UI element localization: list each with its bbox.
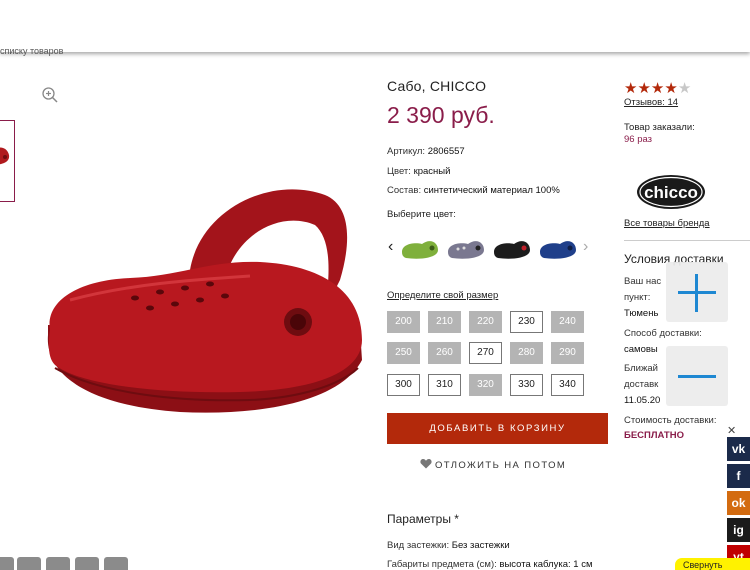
delivery-point-label-2: пункт:	[624, 292, 651, 303]
zoom-in-icon[interactable]	[41, 86, 59, 104]
rating-stars: ★★★★★	[624, 79, 691, 97]
brand-products-link[interactable]: Все товары бренда	[624, 218, 710, 229]
ordered-count: 96 раз	[624, 134, 653, 145]
color-option-grey[interactable]	[446, 234, 486, 262]
size-option[interactable]: 340	[551, 374, 584, 396]
zoom-plus-button[interactable]	[666, 262, 728, 322]
collapse-label: Свернуть	[683, 560, 723, 570]
instagram-icon[interactable]: ig	[727, 518, 750, 542]
nearest-delivery-label-2: доставк	[624, 379, 659, 390]
thumbnail-clog-image	[0, 147, 10, 165]
delivery-cost-value: БЕСПЛАТНО	[624, 430, 684, 441]
size-option[interactable]: 310	[428, 374, 461, 396]
color-row: Цвет: красный	[387, 166, 450, 177]
reviews-link[interactable]: Отзывов: 14	[624, 97, 678, 108]
top-bar	[0, 0, 750, 52]
composition-row: Состав: синтетический материал 100%	[387, 185, 560, 196]
back-to-list-link[interactable]: списку товаров	[0, 46, 63, 56]
heart-icon	[420, 459, 432, 469]
size-option: 280	[510, 342, 543, 364]
size-option[interactable]: 270	[469, 342, 502, 364]
size-guide-link[interactable]: Определите свой размер	[387, 290, 498, 301]
star-icon: ★	[624, 80, 638, 97]
fastener-label: Вид застежки:	[387, 540, 450, 551]
color-label: Цвет:	[387, 166, 411, 177]
star-icon: ★	[637, 80, 651, 97]
vk-icon[interactable]: vk	[727, 437, 750, 461]
nearest-delivery-date: 11.05.20	[624, 395, 661, 406]
share-facebook-button[interactable]	[0, 557, 14, 570]
share-twitter-button[interactable]	[17, 557, 41, 570]
dimensions-value: высота каблука: 1 см	[499, 559, 593, 570]
color-value: красный	[413, 166, 451, 177]
gallery-thumbnail[interactable]	[0, 120, 15, 202]
minus-icon	[678, 375, 716, 378]
save-for-later-label: ОТЛОЖИТЬ НА ПОТОМ	[435, 460, 567, 471]
delivery-point-label: Ваш нас	[624, 276, 662, 287]
product-price: 2 390 руб.	[387, 102, 495, 128]
delivery-cost-label: Стоимость доставки:	[624, 415, 717, 426]
share-edit-button[interactable]	[46, 557, 70, 570]
params-heading: Параметры *	[387, 512, 459, 526]
delivery-city[interactable]: Тюмень	[624, 308, 658, 319]
dimensions-row: Габариты предмета (см): высота каблука: …	[387, 559, 592, 570]
size-option: 210	[428, 311, 461, 333]
color-option-black[interactable]	[492, 234, 532, 262]
sidebar-divider	[624, 240, 750, 241]
brand-logo[interactable]: chicco	[636, 172, 706, 212]
delivery-method-value: самовы	[624, 344, 658, 355]
dimensions-label: Габариты предмета (см):	[387, 559, 497, 570]
collapse-button[interactable]: Свернуть	[675, 558, 750, 570]
share-pinterest-button[interactable]	[75, 557, 99, 570]
brand-logo-text: chicco	[644, 183, 698, 202]
article-value: 2806557	[427, 146, 465, 157]
chevron-right-icon[interactable]: ›	[583, 238, 588, 256]
star-icon: ★	[650, 80, 665, 97]
save-for-later-button[interactable]: ОТЛОЖИТЬ НА ПОТОМ	[420, 458, 566, 471]
article-row: Артикул: 2806557	[387, 146, 465, 157]
fastener-value: Без застежки	[451, 540, 510, 551]
size-option: 220	[469, 311, 502, 333]
color-option-green[interactable]	[400, 234, 440, 262]
size-option[interactable]: 330	[510, 374, 543, 396]
color-option-navy[interactable]	[538, 234, 578, 262]
composition-value: синтетический материал 100%	[423, 185, 560, 196]
facebook-icon[interactable]: f	[727, 464, 750, 488]
size-option: 200	[387, 311, 420, 333]
star-empty-icon: ★	[677, 80, 692, 97]
odnoklassniki-icon[interactable]: ok	[727, 491, 750, 515]
zoom-minus-button[interactable]	[666, 346, 728, 406]
size-option: 320	[469, 374, 502, 396]
size-option: 290	[551, 342, 584, 364]
add-to-cart-button[interactable]: ДОБАВИТЬ В КОРЗИНУ	[387, 413, 608, 444]
size-option[interactable]: 300	[387, 374, 420, 396]
size-option: 250	[387, 342, 420, 364]
close-icon[interactable]: ✕	[727, 424, 736, 437]
chevron-left-icon[interactable]: ‹	[388, 238, 393, 256]
product-main-image	[47, 189, 363, 413]
article-label: Артикул:	[387, 146, 426, 157]
size-option: 240	[551, 311, 584, 333]
share-gplus-button[interactable]	[104, 557, 128, 570]
fastener-row: Вид застежки: Без застежки	[387, 540, 510, 551]
nearest-delivery-label: Ближай	[624, 363, 658, 374]
delivery-method-label: Способ доставки:	[624, 328, 702, 339]
ordered-label: Товар заказали:	[624, 122, 695, 133]
size-option: 260	[428, 342, 461, 364]
choose-color-label: Выберите цвет:	[387, 209, 456, 220]
size-option[interactable]: 230	[510, 311, 543, 333]
star-icon: ★	[664, 80, 678, 97]
plus-icon-vertical	[695, 274, 698, 312]
product-title: Сабо, CHICCO	[387, 78, 487, 94]
composition-label: Состав:	[387, 185, 422, 196]
